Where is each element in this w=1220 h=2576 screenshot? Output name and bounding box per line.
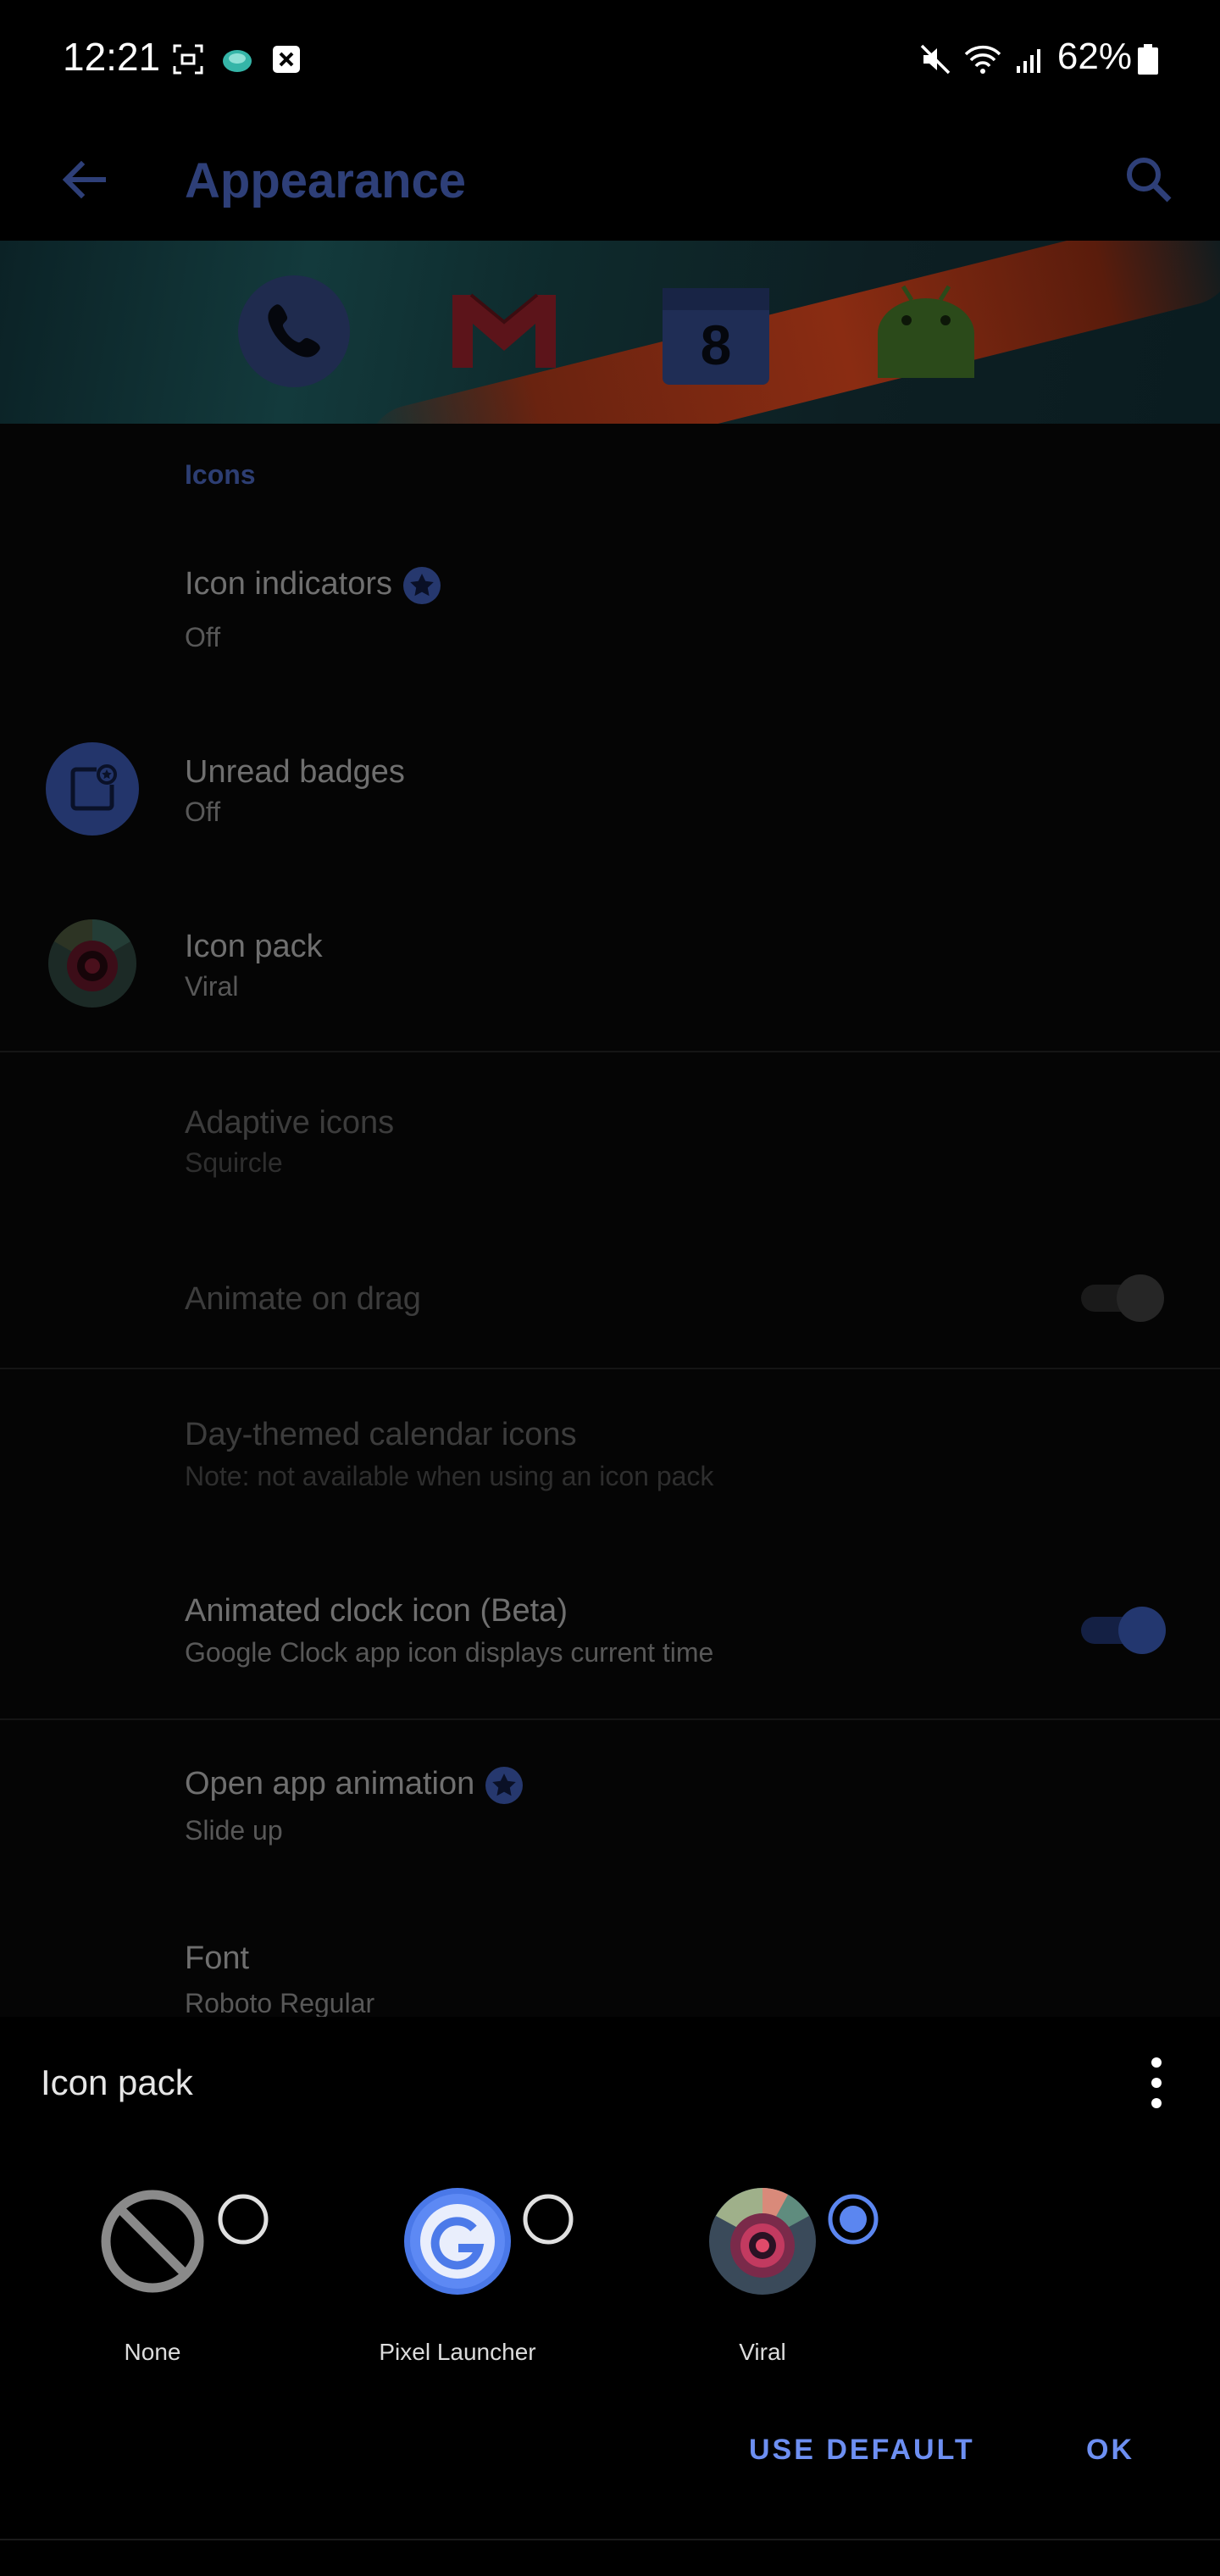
setting-title: Day-themed calendar icons [185, 1417, 577, 1452]
gmail-icon [452, 293, 556, 368]
calendar-icon: 8 [663, 288, 769, 385]
setting-title: Icon pack [185, 929, 323, 964]
setting-unread-badges[interactable]: Unread badges Off [0, 697, 1220, 866]
setting-subtitle: Viral [185, 971, 239, 1002]
status-bar: 12:21 62% [0, 0, 1220, 119]
radio-button-pixel-launcher[interactable] [522, 2193, 574, 2246]
setting-icon-pack[interactable]: Icon pack Viral [0, 871, 1220, 1041]
android-icon [878, 285, 974, 378]
icon-pack-option-pixel-launcher[interactable]: Pixel Launcher [305, 2186, 610, 2407]
setting-title: Icon indicators [185, 566, 393, 602]
google-g-icon [404, 2188, 511, 2295]
notification-badge-icon [46, 742, 139, 836]
setting-title: Unread badges [185, 754, 405, 790]
animated-clock-toggle[interactable] [1076, 1605, 1169, 1656]
setting-open-app-animation[interactable]: Open app animation Slide up [0, 1720, 1220, 1890]
screenshot-icon [173, 44, 203, 75]
setting-day-themed-calendar: Day-themed calendar icons Note: not avai… [0, 1369, 1220, 1539]
section-header-icons: Icons [185, 459, 256, 490]
setting-subtitle: Off [185, 622, 221, 652]
setting-subtitle: Squircle [185, 1147, 283, 1178]
setting-subtitle: Roboto Regular [185, 1988, 375, 2017]
icon-pack-option-viral[interactable]: Viral [610, 2186, 915, 2407]
search-icon[interactable] [1112, 142, 1186, 217]
nav-bar-divider [0, 2539, 1220, 2540]
viral-pack-icon [48, 919, 136, 1008]
page-title: Appearance [185, 153, 467, 208]
animate-on-drag-toggle [1081, 1274, 1164, 1322]
ok-button[interactable]: OK [1086, 2434, 1134, 2467]
radio-button-viral[interactable] [827, 2193, 879, 2246]
mute-icon [920, 44, 951, 75]
setting-animate-on-drag: Animate on drag [0, 1222, 1220, 1391]
setting-title: Adaptive icons [185, 1105, 395, 1141]
sheet-title: Icon pack [41, 2062, 193, 2102]
icon-pack-option-none[interactable]: None [0, 2186, 305, 2407]
setting-subtitle: Google Clock app icon displays current t… [185, 1637, 714, 1668]
premium-star-icon [403, 567, 441, 604]
calendar-day-label: 8 [701, 314, 732, 376]
setting-subtitle: Note: not available when using an icon p… [185, 1461, 714, 1491]
use-default-button[interactable]: USE DEFAULT [749, 2434, 975, 2467]
setting-title: Font [185, 1940, 250, 1976]
status-time: 12:21 [63, 35, 161, 79]
viral-pack-icon [709, 2188, 816, 2295]
setting-icon-indicators[interactable]: Icon indicators Off [0, 522, 1220, 691]
icon-preview-banner: 8 [0, 241, 1220, 424]
app-bar: Appearance [0, 119, 1220, 241]
premium-star-icon [485, 1767, 524, 1804]
signal-icon [1017, 49, 1040, 73]
phone-icon [238, 275, 350, 387]
option-label: Pixel Launcher [379, 2339, 536, 2365]
icon-pack-sheet: Icon pack None Pixel Launcher Viral [0, 2017, 1220, 2576]
setting-title: Open app animation [185, 1766, 475, 1802]
option-label: None [124, 2339, 181, 2365]
setting-adaptive-icons: Adaptive icons Squircle [0, 1052, 1220, 1222]
battery-percent: 62% [1056, 36, 1132, 77]
close-box-icon [273, 46, 300, 73]
setting-animated-clock[interactable]: Animated clock icon (Beta) Google Clock … [0, 1539, 1220, 1708]
setting-subtitle: Slide up [185, 1815, 283, 1846]
setting-title: Animate on drag [185, 1281, 421, 1317]
battery-icon [1138, 44, 1158, 75]
setting-font[interactable]: Font Roboto Regular [0, 1895, 1220, 2017]
none-block-icon [101, 2190, 204, 2293]
arrow-back-icon[interactable] [47, 142, 122, 217]
setting-title: Animated clock icon (Beta) [185, 1593, 568, 1629]
settings-list: Icons Icon indicators Off Unread badges … [0, 424, 1220, 2017]
radio-button-none[interactable] [217, 2193, 269, 2246]
wifi-icon [964, 45, 1001, 74]
option-label: Viral [739, 2339, 786, 2365]
setting-subtitle: Off [185, 797, 221, 827]
more-vert-icon[interactable] [1127, 2051, 1186, 2115]
app-notification-icon [223, 50, 252, 72]
